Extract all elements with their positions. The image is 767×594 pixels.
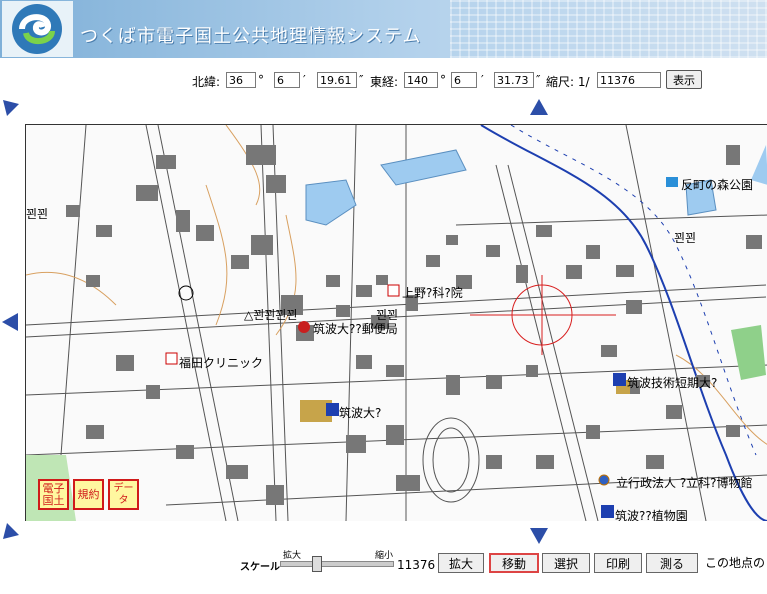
- map-label-botanical-garden: 筑波??植物園: [615, 509, 688, 521]
- zoom-out-label: 縮小: [375, 551, 394, 561]
- map-label-museum: 立行政法人 ?立科?博物館: [616, 476, 753, 490]
- pan-northwest-arrow-icon[interactable]: [3, 100, 21, 118]
- second-unit: ″: [359, 73, 364, 87]
- park-icon: [666, 177, 678, 187]
- print-tool-button[interactable]: 印刷: [594, 553, 642, 573]
- pan-west-arrow-icon[interactable]: [2, 313, 18, 331]
- zoom-tool-button[interactable]: 拡大: [438, 553, 484, 573]
- map-label-tech-college: 筑波技術短期大?: [627, 376, 718, 390]
- terms-button[interactable]: 規約: [73, 479, 104, 510]
- map-label-university: 筑波大?: [339, 406, 382, 420]
- minute-unit: ′: [481, 73, 484, 87]
- app-title: つくば市電子国土公共地理情報システム: [80, 26, 422, 47]
- pan-south-arrow-icon[interactable]: [530, 528, 548, 544]
- museum-icon: [598, 474, 610, 486]
- data-button[interactable]: データ: [108, 479, 139, 510]
- longitude-second-input[interactable]: [494, 72, 534, 88]
- map-label-park: 反町の森公園: [681, 178, 754, 192]
- header-pattern: [450, 0, 767, 58]
- scale-slider-thumb[interactable]: [312, 556, 322, 572]
- coordinate-bar: 北緯: ° ′ ″ 東経: ° ′ ″ 縮尺: 1/ 表示: [192, 70, 712, 92]
- clinic-cross-icon: [387, 284, 400, 297]
- second-unit: ″: [536, 73, 541, 87]
- longitude-degree-input[interactable]: [404, 72, 438, 88]
- tsukuba-logo-icon: [2, 1, 73, 57]
- botanical-icon: [601, 505, 614, 518]
- move-tool-button[interactable]: 移動: [489, 553, 539, 573]
- degree-unit: °: [440, 73, 446, 87]
- latitude-label: 北緯:: [192, 75, 221, 89]
- denshi-kokudo-button[interactable]: 電子 国土: [38, 479, 69, 510]
- show-button[interactable]: 表示: [666, 70, 702, 89]
- college-icon: [613, 373, 626, 386]
- latitude-second-input[interactable]: [317, 72, 357, 88]
- map-label-unknown: 꾄꾄: [26, 207, 49, 221]
- university-icon: [326, 403, 339, 416]
- this-location-text: この地点の: [705, 556, 766, 570]
- pan-north-arrow-icon[interactable]: [530, 99, 548, 115]
- clinic-cross-icon: [165, 352, 178, 365]
- latitude-degree-input[interactable]: [226, 72, 256, 88]
- map-label-clinic: 上野?科?院: [402, 286, 463, 300]
- scale-ratio-input[interactable]: [597, 72, 661, 88]
- post-office-icon: [298, 321, 310, 333]
- zoom-in-label: 拡大: [283, 551, 302, 561]
- scale-value: 11376: [397, 558, 436, 572]
- scale-ratio-label: 縮尺: 1/: [546, 75, 590, 89]
- map-view[interactable]: 反町の森公園 上野?科?院 筑波大??郵便局 福田クリニック 筑波大? 筑波技術…: [25, 124, 767, 521]
- scale-label: スケール: [240, 562, 280, 573]
- minute-unit: ′: [303, 73, 306, 87]
- app-header: つくば市電子国土公共地理情報システム: [0, 0, 767, 58]
- pan-southwest-arrow-icon[interactable]: [3, 523, 21, 541]
- latitude-minute-input[interactable]: [274, 72, 300, 88]
- scale-slider-track[interactable]: [280, 561, 394, 567]
- longitude-label: 東経:: [370, 75, 399, 89]
- degree-unit: °: [258, 73, 264, 87]
- map-label-unknown: 꾄꾄: [674, 231, 697, 245]
- landmark-icon: [178, 285, 194, 301]
- map-label-unknown: △꾄꾄꾄꾄: [244, 308, 298, 322]
- select-tool-button[interactable]: 選択: [542, 553, 590, 573]
- longitude-minute-input[interactable]: [451, 72, 477, 88]
- measure-tool-button[interactable]: 測る: [646, 553, 698, 573]
- map-label-unknown: 꾄꾄: [376, 308, 399, 322]
- map-label-fukuda-clinic: 福田クリニック: [179, 356, 264, 370]
- map-center-crosshair: [470, 275, 616, 355]
